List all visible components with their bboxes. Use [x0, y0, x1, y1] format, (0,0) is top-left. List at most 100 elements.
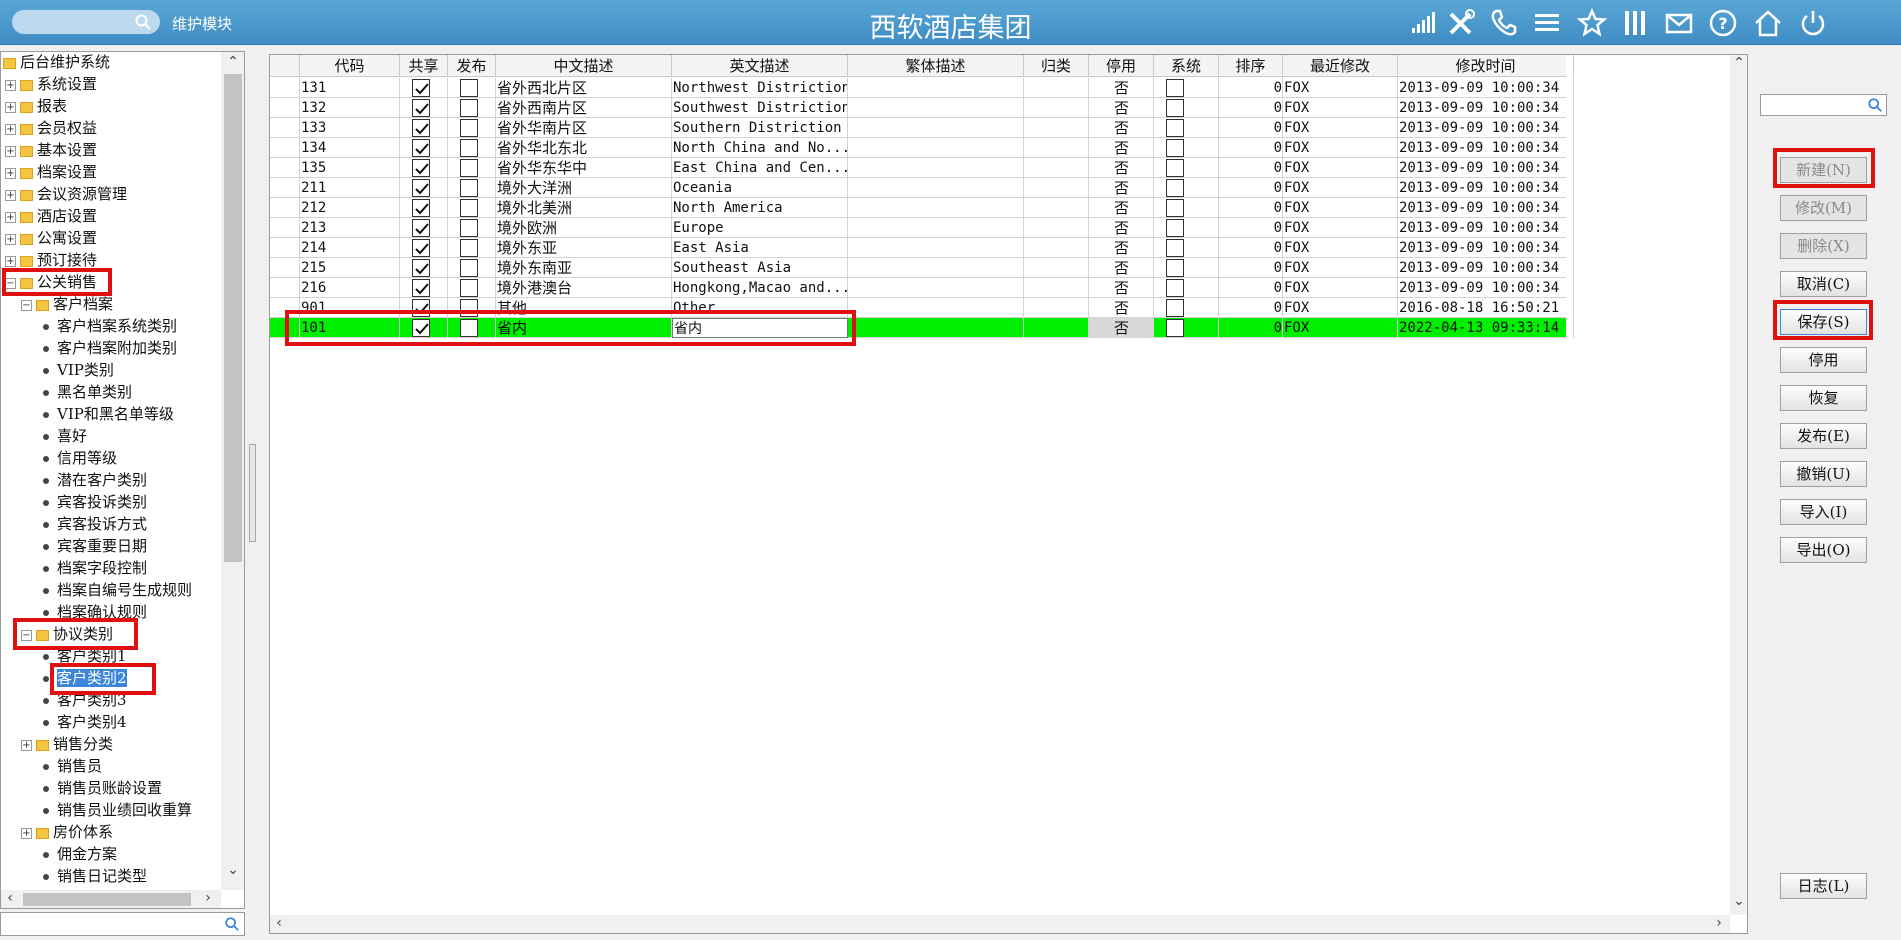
action-button[interactable]: 取消(C) [1780, 271, 1867, 297]
tree-item[interactable]: 销售员账龄设置 [39, 777, 162, 799]
tree-item[interactable]: 潜在客户类别 [39, 469, 147, 491]
checkbox[interactable] [460, 99, 478, 117]
checkbox[interactable] [1166, 99, 1184, 117]
tree-item[interactable]: 客户类别2 [39, 667, 127, 689]
zh-cell[interactable]: 省内 [496, 318, 672, 338]
cat-cell[interactable] [1024, 218, 1089, 238]
star-icon[interactable] [1576, 7, 1608, 38]
checkbox-cell[interactable] [448, 218, 496, 238]
expand-icon[interactable]: + [5, 145, 16, 157]
by-cell[interactable]: FOX [1283, 178, 1398, 198]
order-cell[interactable]: 0 [1219, 238, 1283, 258]
order-cell[interactable]: 0 [1219, 318, 1283, 338]
table-row[interactable]: 901 其他 Other 否 0 FOX 2016-08-18 16:50:21 [270, 298, 1574, 318]
menu-icon[interactable] [1532, 8, 1562, 38]
zh-cell[interactable]: 省外西南片区 [496, 98, 672, 118]
tree-scroll-thumb[interactable] [224, 74, 242, 562]
checkbox-cell[interactable] [400, 118, 448, 138]
stop-cell[interactable]: 否 [1089, 158, 1154, 178]
checkbox-cell[interactable] [400, 318, 448, 338]
checkbox-cell[interactable] [400, 258, 448, 278]
order-cell[interactable]: 0 [1219, 118, 1283, 138]
en-cell[interactable]: Southwest Distriction [672, 98, 848, 118]
en-cell[interactable]: Other [672, 298, 848, 318]
table-row[interactable]: 131 省外西北片区 Northwest Distriction 否 0 FOX 2013-… [270, 78, 1574, 98]
zh-cell[interactable]: 境外欧洲 [496, 218, 672, 238]
scroll-left-icon[interactable]: ‹ [1, 890, 19, 906]
cat-cell[interactable] [1024, 78, 1089, 98]
cat-cell[interactable] [1024, 98, 1089, 118]
stop-cell[interactable]: 否 [1089, 198, 1154, 218]
stop-cell[interactable]: 否 [1089, 118, 1154, 138]
order-cell[interactable]: 0 [1219, 278, 1283, 298]
checkbox-cell[interactable] [400, 138, 448, 158]
mail-icon[interactable] [1664, 8, 1694, 38]
tree-item[interactable]: + 基本设置 [5, 139, 97, 161]
tw-cell[interactable] [848, 98, 1024, 118]
tw-cell[interactable] [848, 238, 1024, 258]
columns-icon[interactable] [1620, 8, 1650, 38]
expand-icon[interactable]: + [5, 211, 16, 223]
code-cell[interactable]: 211 [300, 178, 400, 198]
collapse-icon[interactable]: − [5, 277, 16, 289]
tw-cell[interactable] [848, 138, 1024, 158]
table-row[interactable]: 211 境外大洋洲 Oceania 否 0 FOX 2013-09-09 10:00:34 [270, 178, 1574, 198]
checkbox-cell[interactable] [400, 178, 448, 198]
home-icon[interactable] [1753, 8, 1783, 38]
by-cell[interactable]: FOX [1283, 78, 1398, 98]
checkbox-cell[interactable] [448, 278, 496, 298]
checkbox[interactable] [1166, 159, 1184, 177]
tree-item[interactable]: 黑名单类别 [39, 381, 132, 403]
tree-item[interactable]: 宾客重要日期 [39, 535, 147, 557]
checkbox[interactable] [412, 179, 430, 197]
expand-icon[interactable]: + [5, 123, 16, 135]
time-cell[interactable]: 2013-09-09 10:00:34 [1398, 238, 1574, 258]
en-cell[interactable]: North China and No... [672, 138, 848, 158]
checkbox-cell[interactable] [1154, 278, 1219, 298]
checkbox[interactable] [1166, 119, 1184, 137]
zh-cell[interactable]: 境外东亚 [496, 238, 672, 258]
checkbox[interactable] [460, 319, 478, 337]
tw-cell[interactable] [848, 298, 1024, 318]
order-cell[interactable]: 0 [1219, 138, 1283, 158]
tree-item[interactable]: 佣金方案 [39, 843, 117, 865]
checkbox[interactable] [1166, 299, 1184, 317]
tree-item[interactable]: + 酒店设置 [5, 205, 97, 227]
by-cell[interactable]: FOX [1283, 298, 1398, 318]
tree-item[interactable]: + 预订接待 [5, 249, 97, 271]
table-row[interactable]: 132 省外西南片区 Southwest Distriction 否 0 FOX 2013-… [270, 98, 1574, 118]
tw-cell[interactable] [848, 278, 1024, 298]
table-row[interactable]: 215 境外东南亚 Southeast Asia 否 0 FOX 2013-09-09 10… [270, 258, 1574, 278]
tree-item[interactable]: 客户档案系统类别 [39, 315, 177, 337]
table-row[interactable]: 135 省外华东华中 East China and Cen... 否 0 FOX 2013-… [270, 158, 1574, 178]
tree-item[interactable]: VIP和黑名单等级 [39, 403, 174, 425]
time-cell[interactable]: 2013-09-09 10:00:34 [1398, 138, 1574, 158]
checkbox-cell[interactable] [448, 318, 496, 338]
action-button[interactable]: 修改(M) [1780, 195, 1867, 221]
checkbox-cell[interactable] [1154, 258, 1219, 278]
time-cell[interactable]: 2013-09-09 10:00:34 [1398, 198, 1574, 218]
expand-icon[interactable]: + [5, 189, 16, 201]
zh-cell[interactable]: 省外华北东北 [496, 138, 672, 158]
checkbox-cell[interactable] [1154, 178, 1219, 198]
checkbox[interactable] [1166, 179, 1184, 197]
time-cell[interactable]: 2013-09-09 10:00:34 [1398, 178, 1574, 198]
checkbox[interactable] [1166, 199, 1184, 217]
by-cell[interactable]: FOX [1283, 98, 1398, 118]
column-header[interactable]: 发布 [448, 55, 496, 77]
stop-cell[interactable]: 否 [1089, 178, 1154, 198]
expand-icon[interactable]: + [5, 255, 16, 267]
scroll-down-icon[interactable]: ⌄ [1730, 893, 1747, 909]
checkbox[interactable] [412, 119, 430, 137]
en-cell[interactable]: Hongkong,Macao and... [672, 278, 848, 298]
checkbox-cell[interactable] [400, 298, 448, 318]
checkbox-cell[interactable] [1154, 318, 1219, 338]
cat-cell[interactable] [1024, 178, 1089, 198]
tree-item[interactable]: 客户档案附加类别 [39, 337, 177, 359]
column-header[interactable]: 修改时间 [1398, 55, 1574, 77]
checkbox-cell[interactable] [400, 98, 448, 118]
time-cell[interactable]: 2013-09-09 10:00:34 [1398, 98, 1574, 118]
tree-item[interactable]: 销售员业绩回收重算 [39, 799, 192, 821]
action-button[interactable]: 导出(O) [1780, 537, 1867, 563]
time-cell[interactable]: 2022-04-13 09:33:14 [1398, 318, 1574, 338]
